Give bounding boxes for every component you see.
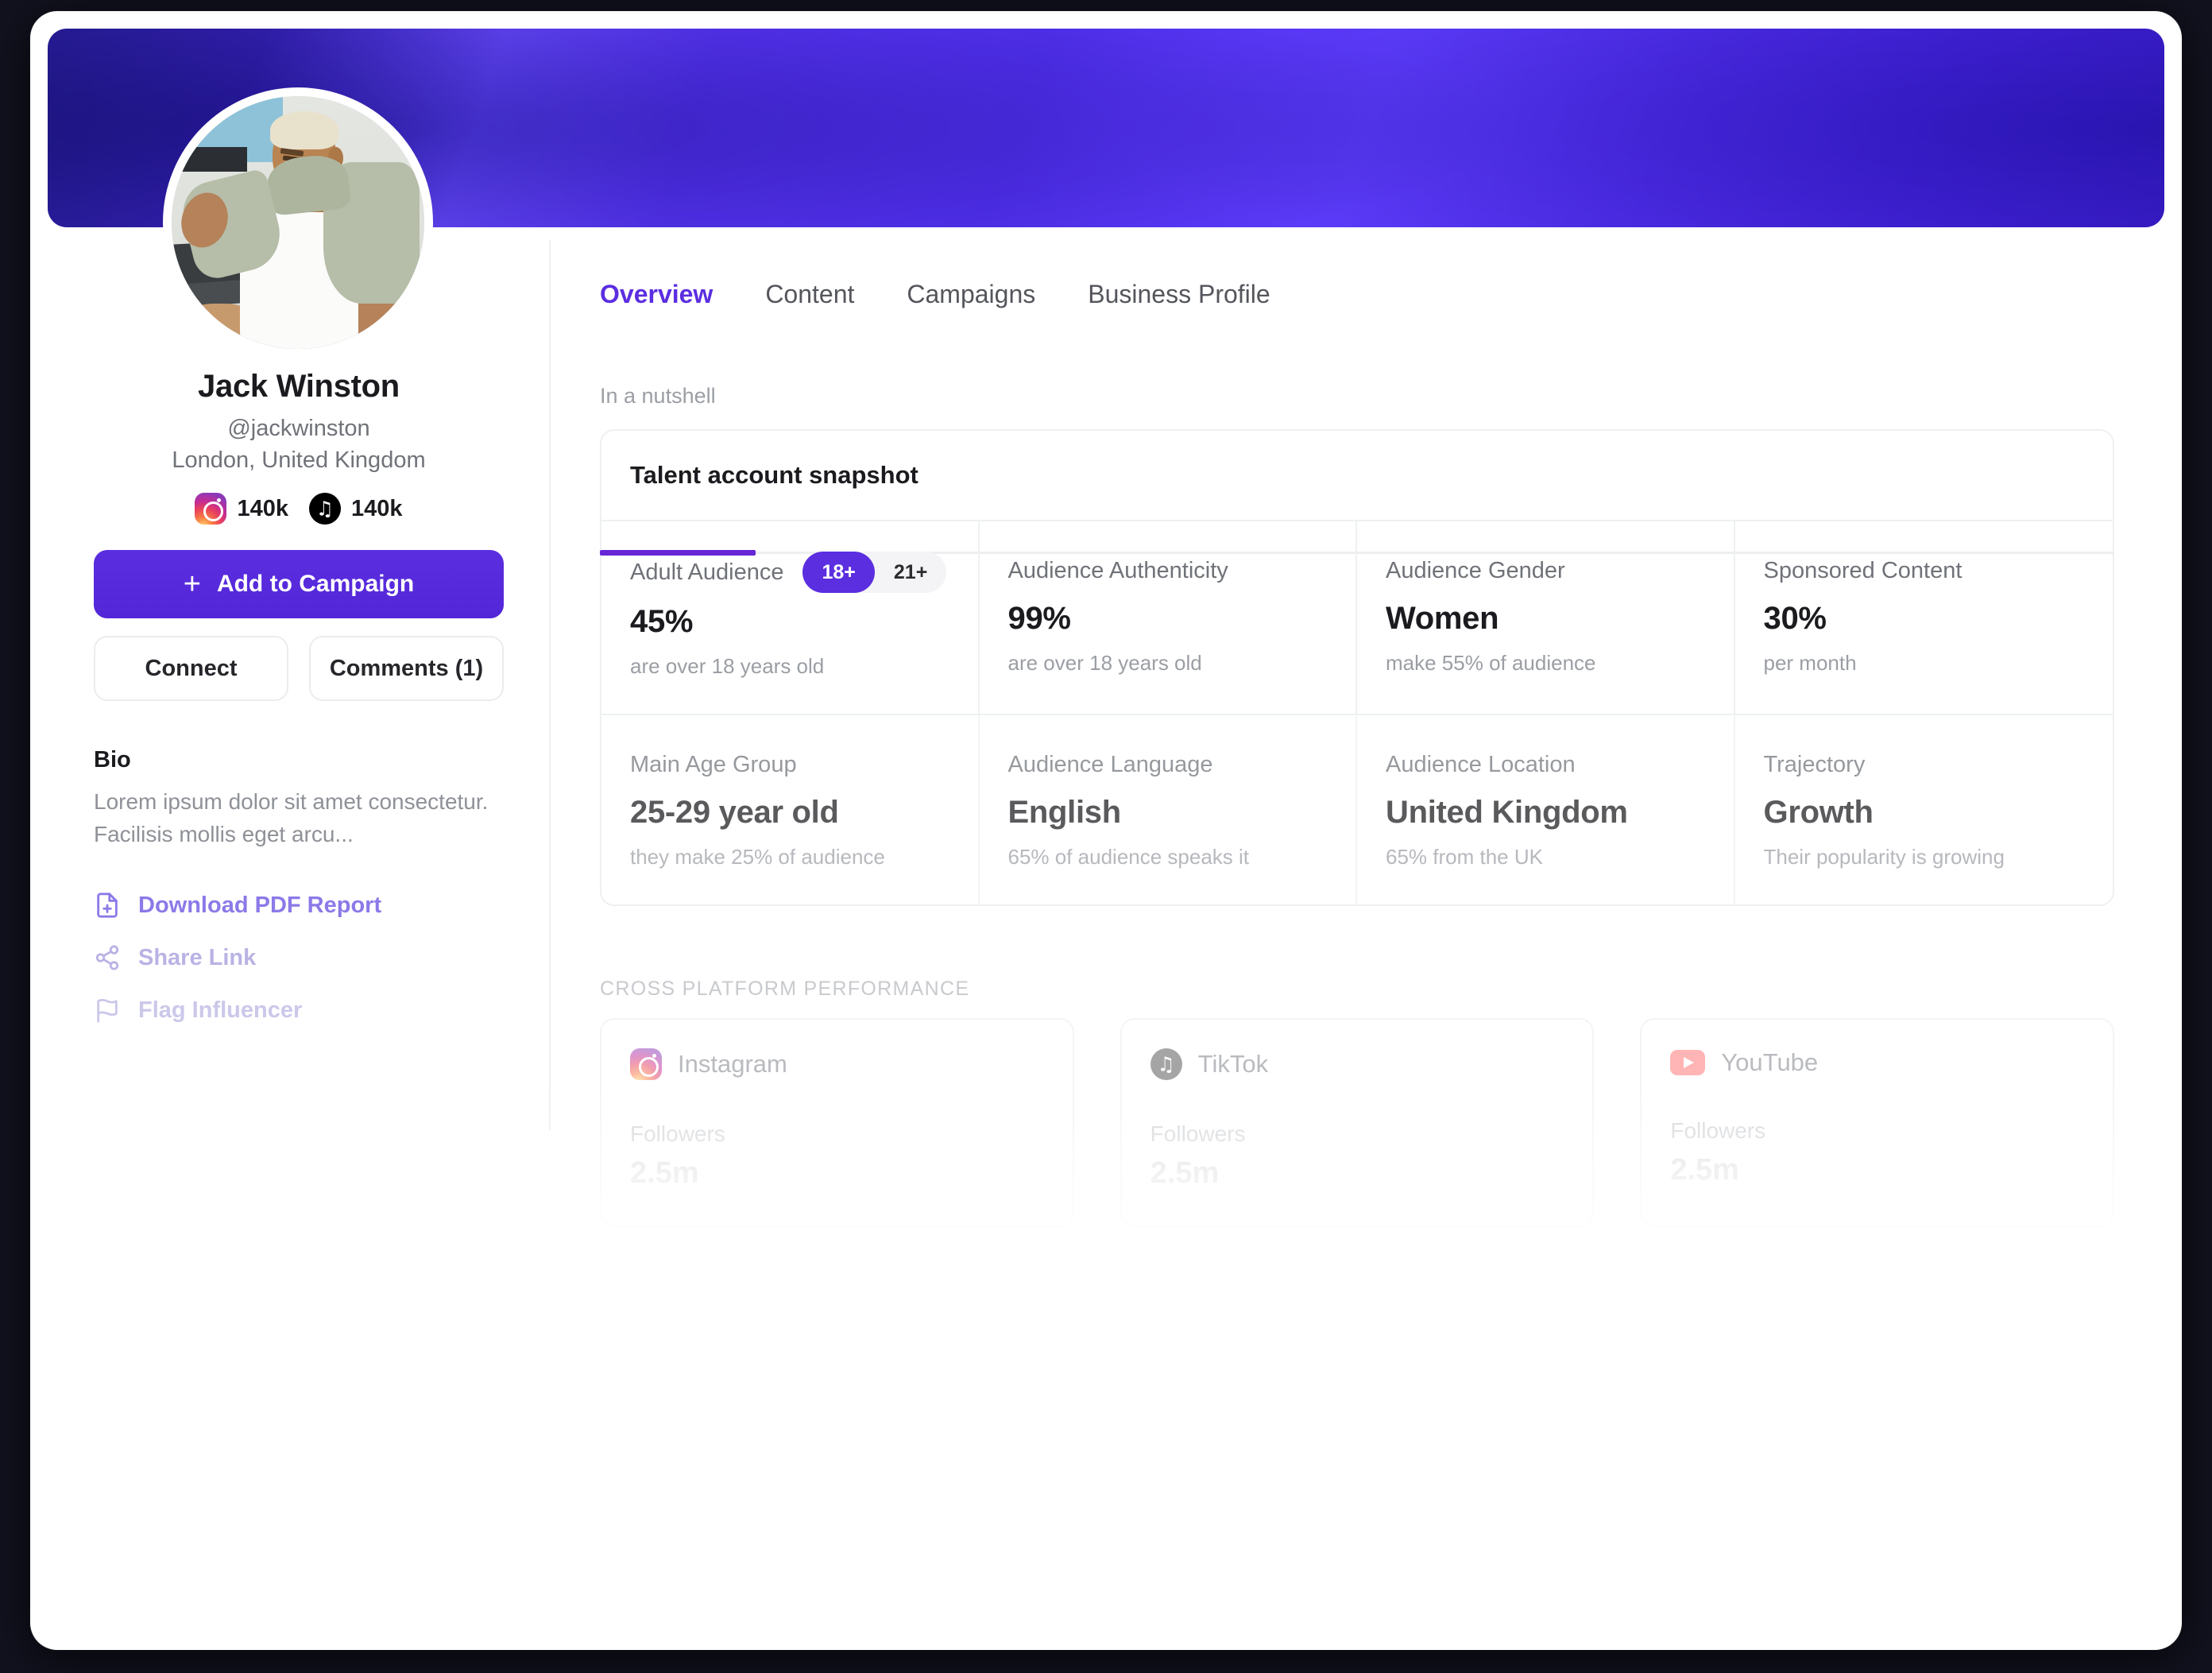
- download-pdf-report-link[interactable]: Download PDF Report: [94, 892, 504, 919]
- age-option-21plus[interactable]: 21+: [875, 552, 946, 593]
- platform-name: YouTube: [1721, 1048, 1819, 1076]
- plus-icon: +: [183, 567, 201, 601]
- stat-audience-gender: Audience Gender Women make 55% of audien…: [1357, 521, 1735, 715]
- platform-name: TikTok: [1197, 1050, 1269, 1078]
- tab-overview[interactable]: Overview: [600, 280, 713, 330]
- profile-handle: @jackwinston: [227, 416, 370, 441]
- tab-campaigns[interactable]: Campaigns: [907, 280, 1035, 330]
- platform-card-instagram[interactable]: Instagram Followers 2.5m: [600, 1018, 1074, 1227]
- youtube-icon: [1670, 1050, 1706, 1075]
- stat-sponsored-content: Sponsored Content 30% per month: [1734, 521, 2113, 715]
- stat-sub: 65% from the UK: [1386, 845, 1543, 869]
- tab-bar: Overview Content Campaigns Business Prof…: [600, 280, 2164, 330]
- platform-metric-label: Followers: [630, 1121, 725, 1146]
- instagram-icon: [195, 493, 227, 525]
- stat-audience-language: Audience Language English 65% of audienc…: [980, 715, 1357, 904]
- tiktok-icon: ♫: [1150, 1048, 1182, 1080]
- stat-label: Audience Language: [1007, 751, 1213, 777]
- share-link-label: Share Link: [138, 944, 257, 970]
- tab-content[interactable]: Content: [765, 280, 854, 330]
- social-stat-instagram[interactable]: 140k: [195, 493, 288, 525]
- instagram-follower-count: 140k: [237, 495, 288, 521]
- stat-sub: they make 25% of audience: [630, 845, 885, 869]
- platform-metric-value: 2.5m: [1150, 1156, 1220, 1190]
- stat-label: Audience Authenticity: [1007, 557, 1228, 583]
- social-stats: 140k ♫ 140k: [94, 493, 504, 525]
- secondary-button-row: Connect Comments (1): [94, 636, 504, 701]
- tiktok-follower-count: 140k: [351, 495, 403, 521]
- bio-title: Bio: [94, 747, 131, 773]
- age-option-18plus[interactable]: 18+: [802, 552, 875, 593]
- stat-value: English: [1007, 795, 1122, 830]
- stat-value: Growth: [1763, 795, 1874, 830]
- talent-snapshot-card: Talent account snapshot Adult Audience 1…: [600, 429, 2114, 906]
- snapshot-stat-grid: Adult Audience 18+ 21+ 45% are over 18 y…: [601, 521, 2113, 904]
- share-link[interactable]: Share Link: [94, 944, 504, 971]
- stat-label: Trajectory: [1763, 751, 1866, 777]
- profile-location: London, United Kingdom: [172, 447, 426, 473]
- profile-sidebar: Jack Winston @jackwinston London, United…: [48, 369, 550, 1024]
- flag-influencer-link[interactable]: Flag Influencer: [94, 997, 504, 1024]
- social-stat-tiktok[interactable]: ♫ 140k: [309, 493, 403, 525]
- connect-button[interactable]: Connect: [94, 636, 288, 701]
- platform-card-tiktok[interactable]: ♫ TikTok Followers 2.5m: [1120, 1018, 1595, 1227]
- bio-text: Lorem ipsum dolor sit amet consectetur. …: [94, 789, 489, 846]
- file-plus-icon: [94, 892, 121, 919]
- stat-sub: are over 18 years old: [1007, 651, 1202, 675]
- share-icon: [94, 944, 121, 971]
- snapshot-card-title: Talent account snapshot: [601, 431, 2113, 521]
- stat-audience-authenticity: Audience Authenticity 99% are over 18 ye…: [979, 521, 1357, 715]
- stat-label: Audience Location: [1386, 751, 1576, 777]
- age-threshold-toggle[interactable]: 18+ 21+: [802, 552, 947, 593]
- section-label-nutshell: In a nutshell: [600, 384, 716, 408]
- stat-label: Adult Audience: [630, 559, 784, 585]
- stat-value: Women: [1386, 601, 1499, 636]
- tab-business-profile[interactable]: Business Profile: [1088, 280, 1270, 330]
- stat-sub: Their popularity is growing: [1763, 845, 2005, 869]
- stat-sub: are over 18 years old: [630, 654, 825, 678]
- avatar-image: [172, 96, 424, 349]
- app-window: Jack Winston @jackwinston London, United…: [30, 11, 2182, 1650]
- sidebar-action-links: Download PDF Report Share Link Flag Infl…: [94, 892, 504, 1024]
- platform-metric-value: 2.5m: [1670, 1153, 1739, 1187]
- avatar: [163, 87, 433, 358]
- stat-value: 30%: [1763, 601, 1827, 636]
- stat-label: Sponsored Content: [1763, 557, 1963, 583]
- bio-section: Bio Lorem ipsum dolor sit amet consectet…: [94, 747, 504, 850]
- stat-audience-location: Audience Location United Kingdom 65% fro…: [1357, 715, 1735, 904]
- stat-value: United Kingdom: [1386, 795, 1628, 830]
- stat-sub: per month: [1763, 651, 1857, 675]
- stat-value: 99%: [1007, 601, 1071, 636]
- flag-influencer-label: Flag Influencer: [138, 997, 303, 1023]
- stat-value: 45%: [630, 604, 694, 639]
- profile-name: Jack Winston: [198, 369, 400, 404]
- tiktok-icon: ♫: [309, 493, 341, 525]
- stat-trajectory: Trajectory Growth Their popularity is gr…: [1735, 715, 2113, 904]
- stat-sub: 65% of audience speaks it: [1007, 845, 1250, 869]
- download-pdf-report-label: Download PDF Report: [138, 892, 382, 918]
- stat-label: Audience Gender: [1386, 557, 1565, 583]
- stat-value: 25-29 year old: [630, 795, 839, 830]
- add-to-campaign-label: Add to Campaign: [216, 571, 415, 597]
- cross-platform-section-label: CROSS PLATFORM PERFORMANCE: [600, 978, 970, 1000]
- instagram-icon: [630, 1048, 662, 1080]
- add-to-campaign-button[interactable]: + Add to Campaign: [94, 550, 504, 618]
- cross-platform-cards: Instagram Followers 2.5m ♫ TikTok Follow…: [600, 1018, 2115, 1227]
- stat-sub: make 55% of audience: [1386, 651, 1596, 675]
- platform-metric-label: Followers: [1670, 1118, 1766, 1143]
- main-content: Overview Content Campaigns Business Prof…: [550, 240, 2164, 1650]
- platform-metric-label: Followers: [1150, 1121, 1246, 1146]
- stat-adult-audience: Adult Audience 18+ 21+ 45% are over 18 y…: [601, 521, 980, 715]
- stat-label: Main Age Group: [630, 751, 797, 777]
- platform-metric-value: 2.5m: [630, 1156, 699, 1190]
- stat-main-age-group: Main Age Group 25-29 year old they make …: [601, 715, 980, 904]
- platform-name: Instagram: [678, 1050, 787, 1078]
- platform-card-youtube[interactable]: YouTube Followers 2.5m: [1640, 1018, 2115, 1227]
- comments-button[interactable]: Comments (1): [309, 636, 504, 701]
- flag-icon: [94, 997, 121, 1024]
